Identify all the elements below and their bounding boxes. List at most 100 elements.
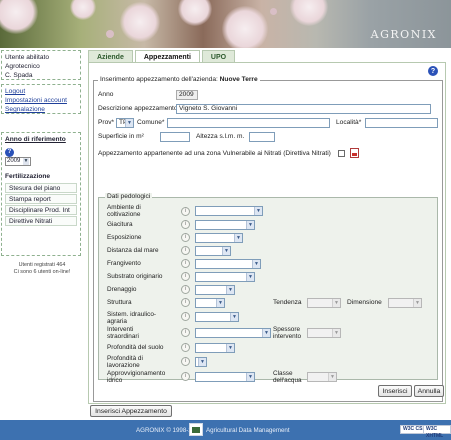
row-label-sistem: Sistem. idraulico-agraria bbox=[107, 311, 157, 325]
footer: AGRONIX © 1998-2009 Agricultural Data Ma… bbox=[0, 420, 451, 440]
row-label-approvvigionamento: Approvvigionamento idrico bbox=[107, 370, 166, 384]
info-icon[interactable]: i bbox=[181, 259, 190, 268]
dimensione-label: Dimensione bbox=[347, 299, 382, 306]
description-input[interactable]: Vigneto S. Giovanni bbox=[176, 104, 431, 114]
header-banner: AGRONIX bbox=[0, 0, 451, 48]
row-label-profondita-lavorazione: Profondità di lavorazione bbox=[107, 355, 143, 369]
brand-logo: AGRONIX bbox=[370, 28, 437, 41]
info-icon[interactable]: i bbox=[181, 285, 190, 294]
user-status: Utente abilitato bbox=[5, 54, 49, 61]
info-icon[interactable]: i bbox=[181, 207, 190, 216]
account-settings-link[interactable]: Impostazioni account bbox=[5, 96, 77, 105]
help-icon[interactable]: ? bbox=[5, 148, 14, 157]
info-icon[interactable]: i bbox=[181, 233, 190, 242]
banner-flower bbox=[120, 2, 160, 42]
chevron-down-icon: ▼ bbox=[332, 329, 340, 337]
user-name: C. Spada bbox=[5, 72, 33, 79]
distanza-select[interactable]: ▼ bbox=[195, 246, 231, 256]
user-role: Agrotecnico bbox=[5, 63, 40, 70]
year-select[interactable]: 2009 ▼ bbox=[5, 157, 31, 166]
row-label-frangivento: Frangivento bbox=[107, 260, 141, 267]
banner-flower bbox=[70, 0, 96, 20]
row-label-esposizione: Esposizione bbox=[107, 234, 142, 241]
annulla-button[interactable]: Annulla bbox=[414, 385, 444, 397]
struttura-select[interactable]: ▼ bbox=[195, 298, 225, 308]
substrato-select[interactable]: ▼ bbox=[195, 272, 255, 282]
chevron-down-icon: ▼ bbox=[234, 234, 242, 242]
chevron-down-icon: ▼ bbox=[254, 207, 262, 215]
chevron-down-icon: ▼ bbox=[23, 158, 29, 165]
classe-select[interactable]: ▼ bbox=[307, 372, 337, 382]
info-icon[interactable]: i bbox=[181, 246, 190, 255]
help-icon[interactable]: ? bbox=[428, 66, 438, 76]
menu-item-plan[interactable]: Stesura del piano bbox=[5, 183, 77, 193]
info-icon[interactable]: i bbox=[181, 312, 190, 321]
chevron-down-icon: ▼ bbox=[252, 260, 260, 268]
localita-input[interactable] bbox=[365, 118, 438, 128]
comune-input[interactable] bbox=[167, 118, 330, 128]
chevron-down-icon: ▼ bbox=[222, 247, 230, 255]
chevron-down-icon: ▼ bbox=[246, 221, 254, 229]
tendenza-select[interactable]: ▼ bbox=[307, 298, 341, 308]
menu-item-report[interactable]: Stampa report bbox=[5, 194, 77, 204]
logout-link[interactable]: Logout bbox=[5, 87, 77, 96]
esposizione-select[interactable]: ▼ bbox=[195, 233, 243, 243]
pedo-legend: Dati pedologici bbox=[105, 193, 153, 200]
chevron-down-icon: ▼ bbox=[125, 119, 133, 127]
info-icon[interactable]: i bbox=[181, 298, 190, 307]
info-icon[interactable]: i bbox=[181, 328, 190, 337]
frangivento-select[interactable]: ▼ bbox=[195, 259, 261, 269]
interventi-select[interactable]: ▼ bbox=[195, 328, 271, 338]
row-label-giacitura: Giacitura bbox=[107, 221, 133, 228]
chevron-down-icon: ▼ bbox=[230, 313, 238, 321]
altezza-input[interactable] bbox=[249, 132, 275, 142]
banner-bud bbox=[270, 8, 277, 15]
row-label-substrato: Substrato originario bbox=[107, 273, 163, 280]
form-legend-text: Inserimento appezzamento dell'azienda: bbox=[100, 76, 218, 83]
form-legend: Inserimento appezzamento dell'azienda: N… bbox=[98, 76, 260, 83]
superficie-label: Superficie in m² bbox=[98, 133, 144, 140]
menu-item-nitrati[interactable]: Direttive Nitrati bbox=[5, 216, 77, 226]
banner-flower bbox=[178, 0, 212, 26]
footer-company: Agricultural Data Management bbox=[206, 427, 290, 434]
comune-label: Comune* bbox=[137, 119, 165, 126]
info-icon[interactable]: i bbox=[181, 272, 190, 281]
w3c-xhtml-badge[interactable]: W3C XHTML bbox=[423, 425, 451, 439]
row-label-profondita-suolo: Profondità del suolo bbox=[107, 344, 164, 351]
chevron-down-icon: ▼ bbox=[226, 344, 234, 352]
profondita-lavorazione-select[interactable]: ▼ bbox=[195, 357, 207, 367]
year-row: ? 2009 ▼ bbox=[5, 147, 77, 166]
ambiente-select[interactable]: ▼ bbox=[195, 206, 263, 216]
drenaggio-select[interactable]: ▼ bbox=[195, 285, 235, 295]
menu-item-disciplinare[interactable]: Disciplinare Prod. Int bbox=[5, 205, 77, 215]
banner-flower bbox=[290, 0, 328, 26]
banner-bud bbox=[106, 30, 114, 38]
fertilization-box: Anno di riferimento ? 2009 ▼ Fertilizzaz… bbox=[1, 132, 81, 256]
giacitura-select[interactable]: ▼ bbox=[195, 220, 255, 230]
descr-label: Descrizione appezzamento : * bbox=[98, 105, 186, 112]
info-icon[interactable]: i bbox=[181, 220, 190, 229]
profondita-suolo-select[interactable]: ▼ bbox=[195, 343, 235, 353]
insert-form: Inserimento appezzamento dell'azienda: N… bbox=[93, 76, 444, 402]
spessore-select[interactable]: ▼ bbox=[307, 328, 341, 338]
row-label-struttura: Struttura bbox=[107, 299, 132, 306]
row-label-distanza: Distanza dal mare bbox=[107, 247, 159, 254]
year-title[interactable]: Anno di riferimento bbox=[5, 135, 77, 144]
superficie-input[interactable] bbox=[160, 132, 190, 142]
info-icon[interactable]: i bbox=[181, 372, 190, 381]
info-icon[interactable]: i bbox=[181, 357, 190, 366]
year-select-value: 2009 bbox=[7, 158, 21, 164]
pdf-icon[interactable] bbox=[350, 148, 359, 158]
nitrati-checkbox[interactable] bbox=[338, 150, 345, 157]
info-icon[interactable]: i bbox=[181, 343, 190, 352]
localita-label: Località* bbox=[336, 119, 362, 126]
prov-select[interactable]: TP ▼ bbox=[116, 118, 134, 128]
insert-appezzamento-button[interactable]: Inserisci Appezzamento bbox=[90, 405, 172, 417]
report-issue-link[interactable]: Segnalazione bbox=[5, 105, 77, 114]
chevron-down-icon: ▼ bbox=[332, 299, 340, 307]
inserisci-button[interactable]: Inserisci bbox=[378, 385, 412, 397]
dimensione-select[interactable]: ▼ bbox=[388, 298, 422, 308]
sistem-select[interactable]: ▼ bbox=[195, 312, 239, 322]
approvvigionamento-select[interactable]: ▼ bbox=[195, 372, 255, 382]
chevron-down-icon: ▼ bbox=[413, 299, 421, 307]
